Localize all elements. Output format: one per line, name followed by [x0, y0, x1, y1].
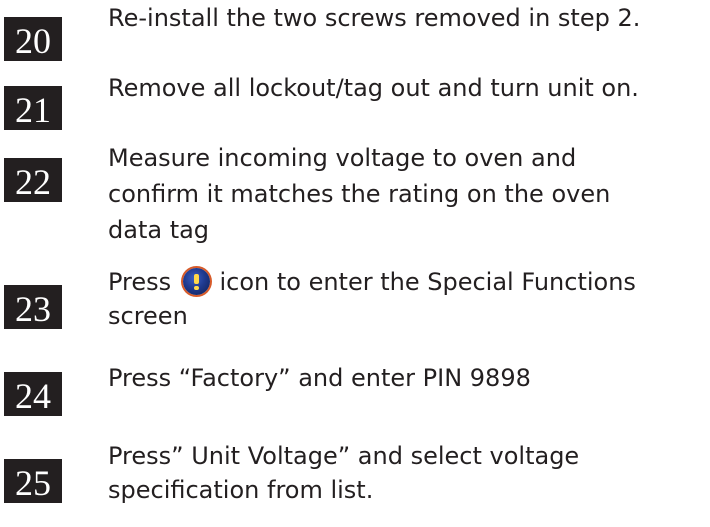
- step-instruction-line: confirm it matches the rating on the ove…: [108, 180, 611, 208]
- step-instruction: Re-install the two screws removed in ste…: [108, 4, 641, 32]
- step-number-badge: 25: [4, 459, 62, 503]
- special-functions-icon: [182, 268, 210, 295]
- step-instruction-line: screen: [108, 302, 188, 330]
- step-number-badge: 23: [4, 285, 62, 329]
- step-instruction: Remove all lockout/tag out and turn unit…: [108, 74, 639, 102]
- step-instruction-line: specification from list.: [108, 476, 374, 504]
- step-number-badge: 22: [4, 158, 62, 202]
- instruction-text: icon to enter the Special Functions: [219, 268, 636, 296]
- instruction-text: Press: [108, 268, 172, 296]
- step-instruction-line: Press icon to enter the Special Function…: [108, 264, 708, 300]
- step-number-badge: 21: [4, 86, 62, 130]
- step-instruction-line: data tag: [108, 216, 210, 244]
- step-instruction: Press “Factory” and enter PIN 9898: [108, 364, 531, 392]
- step-number-badge: 20: [4, 17, 62, 61]
- step-instruction-line: Measure incoming voltage to oven and: [108, 144, 577, 172]
- step-instruction-line: Press” Unit Voltage” and select voltage: [108, 442, 580, 470]
- step-number-badge: 24: [4, 372, 62, 416]
